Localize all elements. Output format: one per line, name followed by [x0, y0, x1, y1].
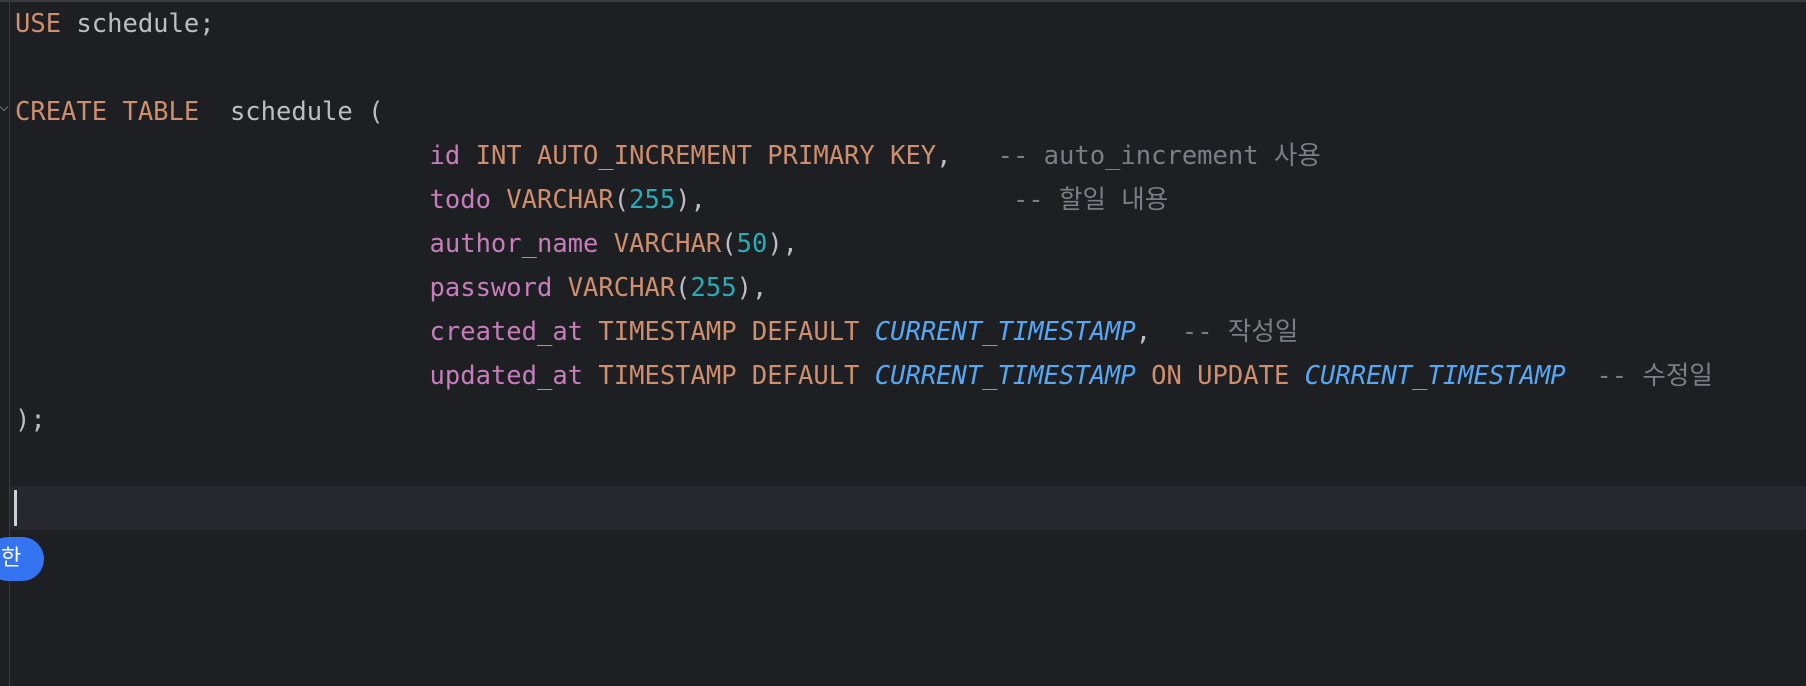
number-literal: 255 — [629, 185, 676, 215]
fold-chevron-icon[interactable] — [0, 102, 9, 112]
code-line-8[interactable]: created_at TIMESTAMP DEFAULT CURRENT_TIM… — [15, 310, 1299, 354]
column-name: author_name — [429, 229, 599, 259]
punctuation: , — [936, 141, 952, 171]
code-line-7[interactable]: password VARCHAR(255), — [15, 266, 768, 310]
code-line-6[interactable]: author_name VARCHAR(50), — [15, 222, 799, 266]
code-line-4[interactable]: id INT AUTO_INCREMENT PRIMARY KEY, -- au… — [15, 134, 1321, 178]
gutter-divider — [9, 0, 10, 686]
text-caret — [14, 490, 17, 526]
function-call: CURRENT_TIMESTAMP — [874, 361, 1136, 391]
punctuation: ), — [675, 185, 706, 215]
code-editor[interactable]: USE schedule; CREATE TABLE schedule ( id… — [0, 0, 1806, 686]
keyword: CREATE TABLE — [15, 97, 200, 127]
column-type: INT AUTO_INCREMENT PRIMARY KEY — [475, 141, 937, 171]
column-name: password — [429, 273, 553, 303]
identifier: schedule ( — [199, 97, 384, 127]
punctuation: ( — [721, 229, 737, 259]
comment: -- 수정일 — [1596, 361, 1713, 391]
column-name: updated_at — [429, 361, 584, 391]
code-line-1[interactable]: USE schedule; — [15, 2, 215, 46]
column-type: VARCHAR — [613, 229, 722, 259]
column-name: todo — [429, 185, 491, 215]
comment: -- 할일 내용 — [1012, 185, 1169, 215]
column-type: TIMESTAMP DEFAULT — [598, 361, 860, 391]
punctuation: , — [1135, 317, 1152, 347]
ime-label: 한 — [1, 546, 22, 571]
identifier: schedule; — [61, 9, 215, 39]
code-line-10[interactable]: ); — [15, 398, 46, 442]
column-name: created_at — [429, 317, 584, 347]
punctuation: ( — [613, 185, 630, 215]
code-line-3[interactable]: CREATE TABLE schedule ( — [15, 90, 383, 134]
number-literal: 50 — [736, 229, 768, 259]
keyword: ON UPDATE — [1151, 361, 1290, 391]
number-literal: 255 — [690, 273, 737, 303]
punctuation: ), — [736, 273, 768, 303]
code-line-9[interactable]: updated_at TIMESTAMP DEFAULT CURRENT_TIM… — [15, 354, 1713, 398]
column-name: id — [429, 141, 461, 171]
keyword: USE — [15, 9, 62, 39]
punctuation: ); — [15, 405, 46, 435]
punctuation: ), — [767, 229, 799, 259]
column-type: VARCHAR — [506, 185, 614, 215]
comment: -- 작성일 — [1181, 317, 1299, 347]
column-type: TIMESTAMP DEFAULT — [598, 317, 860, 347]
punctuation: ( — [675, 273, 691, 303]
function-call: CURRENT_TIMESTAMP — [1304, 361, 1566, 391]
comment: -- auto_increment 사용 — [997, 141, 1321, 171]
ime-language-indicator[interactable]: 한 — [0, 537, 44, 581]
function-call: CURRENT_TIMESTAMP — [874, 317, 1136, 347]
current-line-highlight — [10, 486, 1806, 530]
code-line-5[interactable]: todo VARCHAR(255), -- 할일 내용 — [15, 178, 1169, 222]
column-type: VARCHAR — [567, 273, 676, 303]
editor-top-border — [0, 0, 1806, 2]
